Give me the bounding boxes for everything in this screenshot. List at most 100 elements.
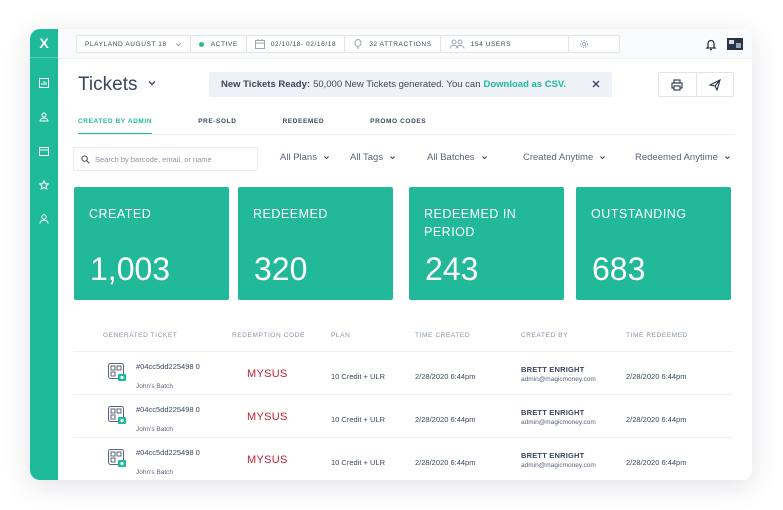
table-row[interactable]: #04cc5dd225498 0 John's Batch MYSUS 10 C… [73, 352, 733, 395]
time-created: 2/28/2020 6:44pm [415, 415, 476, 424]
stat-card-redeemed: REDEEMED 320 [238, 187, 393, 300]
context-filter-bar: PLAYLAND AUGUST 18 ACTIVE 02/10/18- 02/1… [76, 35, 620, 53]
search-box [73, 147, 258, 171]
stat-card-outstanding: OUTSTANDING 683 [576, 187, 731, 300]
date-range-segment[interactable]: 02/10/18- 02/16/18 [247, 36, 346, 52]
created-date-dropdown-label: Created Anytime [523, 152, 594, 163]
status-label: ACTIVE [210, 40, 238, 48]
tags-dropdown-label: All Tags [350, 152, 384, 163]
tab-created-by-admin[interactable]: CREATED BY ADMIN [78, 118, 153, 134]
tab-redeemed[interactable]: REDEEMED [283, 118, 325, 134]
group-icon [449, 39, 465, 49]
stat-card-redeemed-in-period: REDEEMED IN PERIOD 243 [409, 187, 564, 300]
page-title: Tickets [78, 74, 138, 95]
stat-value: 320 [254, 251, 308, 287]
tab-promo-codes[interactable]: PROMO CODES [370, 118, 426, 134]
status-segment[interactable]: ACTIVE [191, 36, 247, 52]
stat-value: 243 [425, 251, 479, 287]
plans-dropdown-label: All Plans [280, 152, 317, 163]
star-icon[interactable] [39, 180, 49, 190]
ticket-id: #04cc5dd225498 0 [136, 405, 200, 414]
send-button[interactable] [697, 73, 734, 96]
time-redeemed: 2/28/2020 6:44pm [626, 415, 687, 424]
users-count: 154 USERS [470, 40, 512, 48]
created-by-email: admin@magicmoney.com [521, 462, 596, 469]
redeemed-date-dropdown[interactable]: Redeemed Anytime [635, 152, 731, 163]
tags-dropdown[interactable]: All Tags [350, 152, 396, 163]
column-header[interactable]: TIME REDEEMED [626, 332, 688, 339]
created-by-name: BRETT ENRIGHT [521, 365, 585, 374]
close-icon[interactable] [591, 79, 601, 89]
users-icon[interactable] [39, 112, 49, 122]
stat-label: OUTSTANDING [591, 207, 687, 221]
date-range: 02/10/18- 02/16/18 [270, 40, 337, 48]
app-window: X PLAYLAND AUGUST 18 ACTIVE 02/10/18- 02… [30, 29, 752, 480]
gear-icon [579, 39, 588, 49]
banner-title: New Tickets Ready: [221, 79, 311, 90]
chart-icon[interactable] [39, 78, 49, 88]
sidebar: X [30, 29, 58, 480]
search-input[interactable] [95, 154, 245, 164]
chevron-down-icon[interactable] [147, 78, 157, 88]
stat-label: CREATED [89, 207, 152, 221]
park-name: PLAYLAND AUGUST 18 [85, 40, 167, 48]
stat-value: 683 [592, 251, 646, 287]
table-header: GENERATED TICKET REDEMPTION CODE PLAN TI… [73, 332, 733, 350]
tab-bar: CREATED BY ADMIN PRE-SOLD REDEEMED PROMO… [78, 118, 472, 134]
column-header[interactable]: CREATED BY [521, 332, 568, 339]
plan: 10 Credit + ULR [331, 458, 385, 467]
status-dot [198, 41, 204, 47]
qr-code-icon [108, 406, 126, 424]
ticket-batch: John's Batch [136, 426, 174, 433]
created-by-name: BRETT ENRIGHT [521, 408, 585, 417]
time-redeemed: 2/28/2020 6:44pm [626, 372, 687, 381]
stat-label: REDEEMED IN PERIOD [424, 207, 517, 239]
ticket-batch: John's Batch [136, 469, 174, 476]
park-selector[interactable]: PLAYLAND AUGUST 18 [77, 36, 191, 52]
stat-label: REDEEMED [253, 207, 328, 221]
bell-icon[interactable] [704, 37, 718, 51]
table-row[interactable]: #04cc5dd225498 0 John's Batch MYSUS 10 C… [73, 395, 733, 438]
tab-pre-sold[interactable]: PRE-SOLD [198, 118, 236, 134]
users-segment[interactable]: 154 USERS [441, 36, 569, 52]
plans-dropdown[interactable]: All Plans [280, 152, 330, 163]
table-row[interactable]: #04cc5dd225498 0 John's Batch MYSUS 10 C… [73, 438, 733, 480]
plan: 10 Credit + ULR [331, 415, 385, 424]
action-buttons [658, 72, 734, 97]
stat-value: 1,003 [90, 251, 171, 287]
chevron-down-icon [600, 156, 606, 160]
banner-text: 50,000 New Tickets generated. You can [313, 79, 481, 90]
redemption-code: MYSUS [247, 368, 288, 380]
created-date-dropdown[interactable]: Created Anytime [523, 152, 606, 163]
ticket-batch: John's Batch [136, 383, 174, 390]
created-by-email: admin@magicmoney.com [521, 419, 596, 426]
calendar-icon[interactable] [39, 146, 49, 156]
batches-dropdown[interactable]: All Batches [427, 152, 488, 163]
column-header[interactable]: REDEMPTION CODE [232, 332, 305, 339]
stat-card-created: CREATED 1,003 [74, 187, 229, 300]
print-button[interactable] [659, 73, 697, 96]
attractions-segment[interactable]: 32 ATTRACTIONS [345, 36, 441, 52]
column-header[interactable]: TIME CREATED [415, 332, 470, 339]
logo[interactable]: X [30, 29, 58, 57]
avatar[interactable] [727, 37, 743, 51]
column-header[interactable]: GENERATED TICKET [103, 332, 177, 339]
send-icon [708, 78, 721, 91]
created-by-name: BRETT ENRIGHT [521, 451, 585, 460]
search-icon [81, 154, 90, 164]
balloon-icon [353, 39, 363, 49]
chevron-down-icon [724, 156, 730, 160]
plan: 10 Credit + ULR [331, 372, 385, 381]
top-bar: PLAYLAND AUGUST 18 ACTIVE 02/10/18- 02/1… [58, 29, 752, 59]
user-icon[interactable] [39, 214, 49, 224]
settings-segment[interactable] [569, 36, 599, 52]
redemption-code: MYSUS [247, 454, 288, 466]
download-csv-link[interactable]: Download as CSV. [484, 79, 567, 90]
ticket-id: #04cc5dd225498 0 [136, 448, 200, 457]
created-by-email: admin@magicmoney.com [521, 376, 596, 383]
column-header[interactable]: PLAN [331, 332, 350, 339]
chevron-down-icon [175, 42, 181, 46]
chevron-down-icon [481, 156, 487, 160]
batches-dropdown-label: All Batches [427, 152, 475, 163]
attractions-count: 32 ATTRACTIONS [369, 40, 432, 48]
